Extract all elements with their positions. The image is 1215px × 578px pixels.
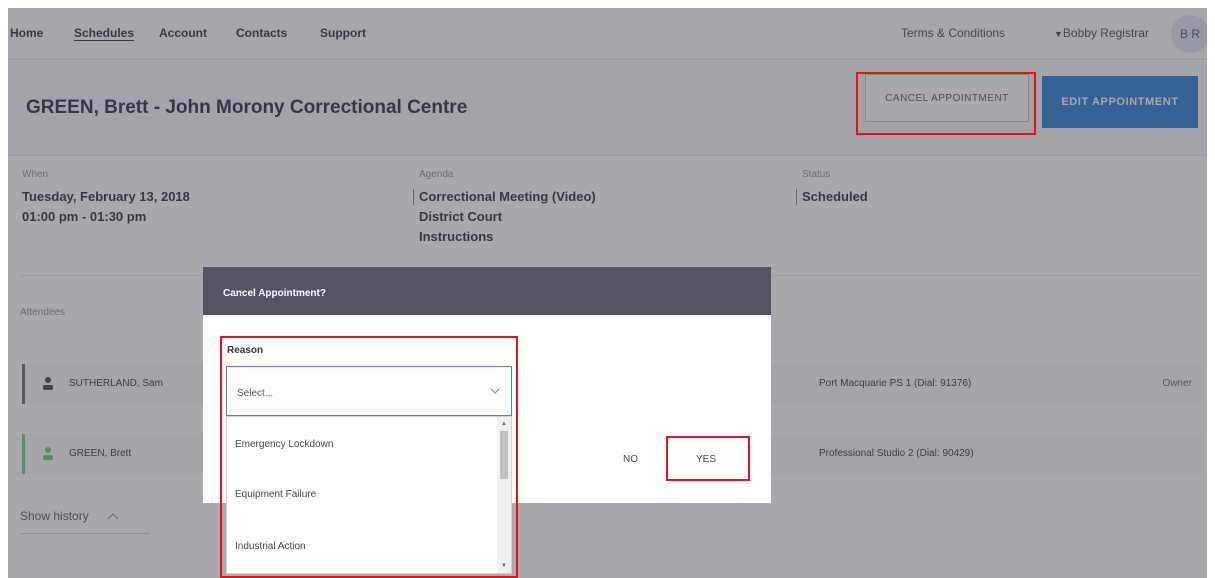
no-button[interactable]: NO bbox=[623, 454, 638, 465]
page-edge-right bbox=[1207, 0, 1215, 578]
highlight-reason-field bbox=[220, 336, 518, 578]
highlight-cancel-button bbox=[856, 72, 1036, 135]
page-edge-left bbox=[0, 0, 8, 578]
dialog-header: Cancel Appointment? bbox=[203, 267, 771, 315]
dialog-title: Cancel Appointment? bbox=[223, 288, 326, 299]
page: Home Schedules Account Contacts Support … bbox=[0, 0, 1215, 578]
page-edge-top bbox=[0, 0, 1215, 8]
highlight-yes-button bbox=[666, 436, 750, 481]
